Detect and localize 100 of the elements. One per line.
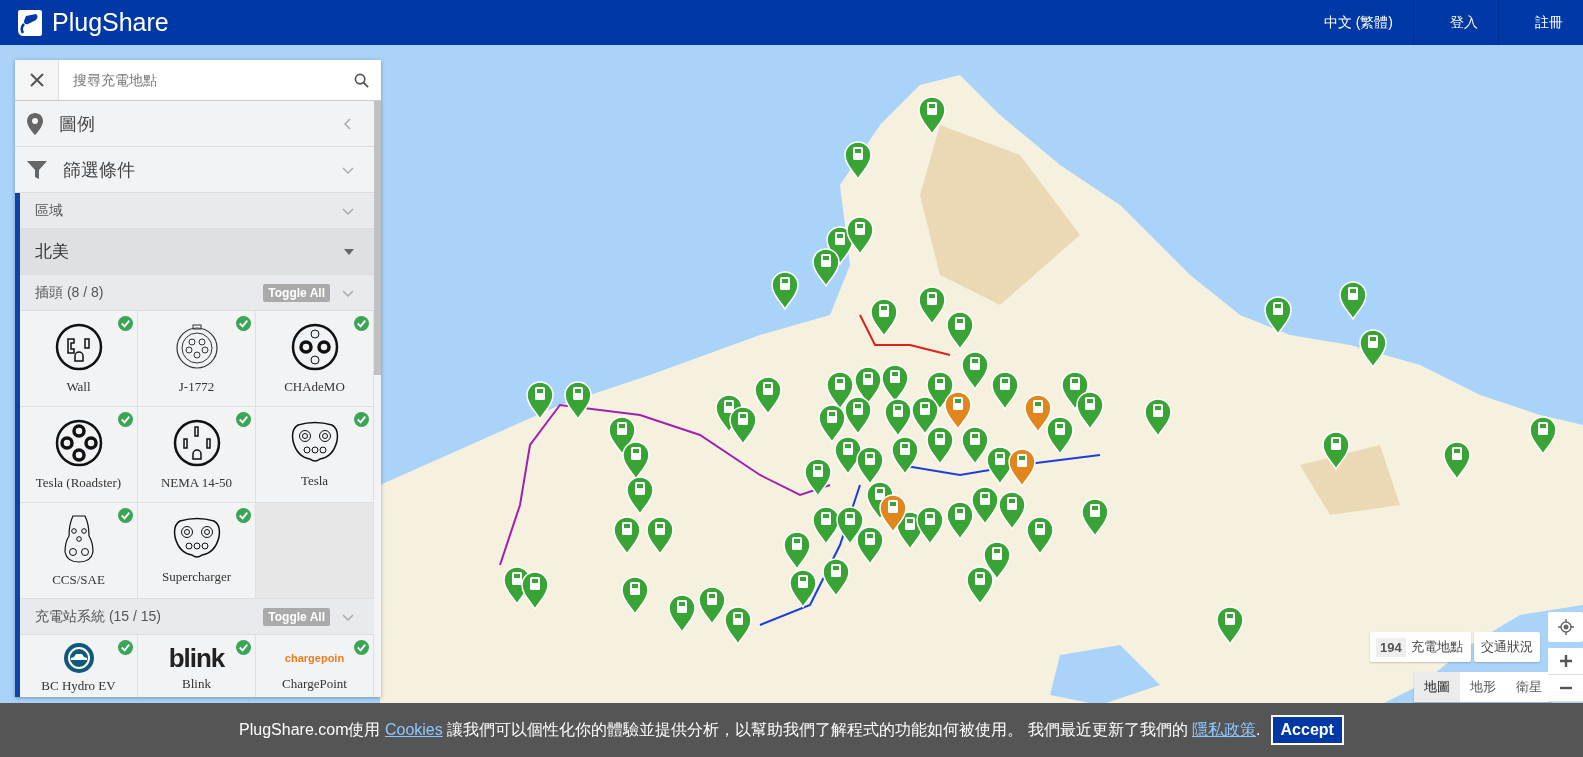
connector-option[interactable]: BC Hydro EV: [20, 635, 138, 697]
locate-button[interactable]: [1548, 612, 1583, 642]
charging-pin-icon[interactable]: [1443, 441, 1471, 480]
charging-pin-icon[interactable]: [961, 351, 989, 390]
connector-option[interactable]: Tesla (Roadster): [20, 407, 138, 503]
charging-pin-icon[interactable]: [1264, 296, 1292, 335]
charging-pin-icon[interactable]: [1076, 391, 1104, 430]
accept-button[interactable]: Accept: [1270, 715, 1344, 745]
charging-pin-icon[interactable]: [1008, 448, 1036, 487]
charging-pin-icon[interactable]: [724, 606, 752, 645]
tesla-plug-icon: [289, 420, 340, 465]
charging-pin-icon[interactable]: [946, 311, 974, 350]
charging-pin-icon[interactable]: [622, 441, 650, 480]
charging-pin-icon[interactable]: [856, 526, 884, 565]
count-badge: 194: [1376, 637, 1406, 657]
charging-pin-icon[interactable]: [944, 391, 972, 430]
charging-pin-icon[interactable]: [668, 594, 696, 633]
charging-pin-icon[interactable]: [729, 406, 757, 445]
charging-pin-icon[interactable]: [526, 381, 554, 420]
close-button[interactable]: [15, 60, 59, 100]
charging-pin-icon[interactable]: [884, 398, 912, 437]
charging-pin-icon[interactable]: [1216, 606, 1244, 645]
search-icon[interactable]: [354, 72, 369, 88]
charging-pin-icon[interactable]: [822, 558, 850, 597]
charging-pin-icon[interactable]: [564, 381, 592, 420]
charging-pin-icon[interactable]: [804, 458, 832, 497]
charging-pin-icon[interactable]: [918, 286, 946, 325]
charging-pin-icon[interactable]: [789, 569, 817, 608]
charging-pin-icon[interactable]: [1046, 416, 1074, 455]
charging-pin-icon[interactable]: [916, 506, 944, 545]
charging-pin-icon[interactable]: [771, 271, 799, 310]
charging-pin-icon[interactable]: [1024, 394, 1052, 433]
map-type-tab[interactable]: 地形: [1460, 672, 1506, 702]
brand-name[interactable]: PlugShare: [52, 8, 169, 37]
charging-pin-icon[interactable]: [1339, 281, 1367, 320]
charging-pin-icon[interactable]: [918, 96, 946, 135]
connector-option[interactable]: J-1772: [138, 311, 256, 407]
charging-pin-icon[interactable]: [844, 141, 872, 180]
charging-pin-icon[interactable]: [966, 566, 994, 605]
charging-pin-icon[interactable]: [812, 248, 840, 287]
option-label: NEMA 14-50: [160, 474, 233, 491]
connector-option[interactable]: Tesla: [256, 407, 374, 503]
charging-pin-icon[interactable]: [856, 446, 884, 485]
connector-option[interactable]: CCS/SAE: [20, 503, 138, 599]
charging-pin-icon[interactable]: [911, 396, 939, 435]
charging-pin-icon[interactable]: [646, 516, 674, 555]
connector-option[interactable]: Supercharger: [138, 503, 256, 599]
charging-pin-icon[interactable]: [626, 476, 654, 515]
connector-option[interactable]: chargepoin ChargePoint: [256, 635, 374, 697]
charging-pin-icon[interactable]: [1081, 498, 1109, 537]
nav-link[interactable]: 中文 (繁體): [1287, 0, 1413, 45]
close-icon: [28, 72, 45, 88]
charging-pin-icon[interactable]: [1359, 329, 1387, 368]
charging-pin-icon[interactable]: [998, 491, 1026, 530]
nema-outlet-icon: [172, 418, 221, 467]
map-type-tab[interactable]: 地圖: [1414, 672, 1460, 702]
chademo-plug-icon: [290, 322, 339, 371]
cookie-notice: PlugShare.com使用 Cookies 讓我們可以個性化你的體驗並提供分析，以幫助我們了解程式的功能如何被使用。 我們最近更新了我們的 隱私政策.: [239, 719, 1261, 740]
charging-pin-icon[interactable]: [621, 576, 649, 615]
charging-pin-icon[interactable]: [870, 298, 898, 337]
option-label: CCS/SAE: [52, 571, 105, 588]
charging-pin-icon[interactable]: [879, 494, 907, 533]
privacy-policy-link[interactable]: 隱私政策: [1192, 720, 1257, 738]
filter-icon: [27, 160, 47, 179]
cookies-link[interactable]: Cookies: [384, 720, 443, 738]
option-label: Tesla: [300, 472, 329, 489]
connector-option[interactable]: NEMA 14-50: [138, 407, 256, 503]
charging-pin-icon[interactable]: [846, 216, 874, 255]
connector-option[interactable]: blink Blink: [138, 635, 256, 697]
charging-pin-icon[interactable]: [783, 531, 811, 570]
charging-pin-icon[interactable]: [946, 501, 974, 540]
option-label: J-1772: [178, 378, 215, 395]
blink-logo: blink: [168, 644, 225, 672]
region-dropdown[interactable]: 北美: [20, 229, 374, 275]
charging-pin-icon[interactable]: [818, 404, 846, 443]
charging-pin-icon[interactable]: [812, 506, 840, 545]
scrollbar[interactable]: [374, 101, 381, 375]
charging-pin-icon[interactable]: [961, 426, 989, 465]
charging-pin-icon[interactable]: [1144, 398, 1172, 437]
chevron-icon: [342, 117, 354, 130]
location-count-button[interactable]: 194 充電地點: [1370, 632, 1471, 662]
charging-pin-icon[interactable]: [1529, 416, 1557, 455]
connector-option[interactable]: Wall: [20, 311, 138, 407]
charging-pin-icon[interactable]: [613, 516, 641, 555]
charging-pin-icon[interactable]: [991, 371, 1019, 410]
charging-pin-icon[interactable]: [844, 396, 872, 435]
charging-pin-icon[interactable]: [891, 436, 919, 475]
traffic-button[interactable]: 交通狀況: [1474, 632, 1540, 662]
option-label: CHAdeMO: [284, 378, 345, 395]
connector-option[interactable]: CHAdeMO: [256, 311, 374, 407]
charging-pin-icon[interactable]: [1322, 431, 1350, 470]
charging-pin-icon[interactable]: [754, 376, 782, 415]
charging-pin-icon[interactable]: [926, 426, 954, 465]
charging-pin-icon[interactable]: [971, 486, 999, 525]
charging-pin-icon[interactable]: [698, 586, 726, 625]
charging-pin-icon[interactable]: [521, 571, 549, 610]
option-label: BC Hydro EV: [41, 678, 116, 694]
charging-pin-icon[interactable]: [1026, 516, 1054, 555]
panel-header[interactable]: 圖例: [15, 101, 374, 147]
option-label: Supercharger: [161, 568, 232, 585]
